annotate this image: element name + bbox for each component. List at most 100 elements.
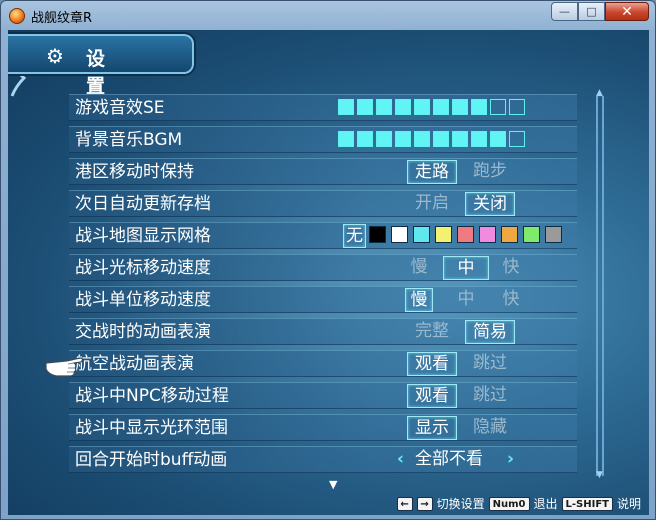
setting-label: 战斗光标移动速度 [75, 258, 211, 278]
exit-key: Num0 [488, 496, 530, 511]
setting-row[interactable]: 背景音乐BGM [69, 124, 577, 156]
volume-segment[interactable] [395, 131, 411, 147]
maximize-button[interactable]: □ [578, 2, 605, 21]
volume-segment[interactable] [471, 99, 487, 115]
game-screen: ⚙ 设 置 游戏音效SE 背景音乐BGM 港区移动时保持 走路 跑步次日自动更新存档 开启… [8, 30, 649, 515]
setting-label: 次日自动更新存档 [75, 194, 211, 214]
volume-bar[interactable] [338, 99, 525, 115]
scroll-down-icon[interactable]: ▼ [596, 470, 603, 480]
setting-option[interactable]: 慢 [405, 288, 433, 312]
setting-option[interactable]: 快 [497, 256, 525, 280]
setting-option[interactable]: 完整 [407, 320, 457, 344]
volume-segment[interactable] [509, 99, 525, 115]
setting-label: 战斗单位移动速度 [75, 290, 211, 310]
grid-color-swatch[interactable] [391, 226, 408, 243]
setting-row[interactable]: 次日自动更新存档 开启 关闭 [69, 188, 577, 220]
page-title: 设 置 [86, 48, 132, 97]
setting-label: 背景音乐BGM [75, 130, 183, 150]
setting-row[interactable]: 航空战动画表演 观看 跳过 [69, 348, 577, 380]
setting-option[interactable]: 观看 [407, 384, 457, 408]
setting-row[interactable]: 港区移动时保持 走路 跑步 [69, 156, 577, 188]
setting-option[interactable]: 跳过 [465, 352, 515, 376]
setting-label: 战斗中显示光环范围 [75, 418, 228, 438]
setting-option[interactable]: 中 [443, 256, 489, 280]
setting-option[interactable]: 显示 [407, 416, 457, 440]
grid-color-swatch[interactable] [369, 226, 386, 243]
setting-option[interactable]: 慢 [405, 256, 433, 280]
setting-option[interactable]: 隐藏 [465, 416, 515, 440]
cycle-right-icon[interactable]: › [505, 448, 516, 472]
setting-option[interactable]: 开启 [407, 192, 457, 216]
right-key: → [416, 496, 433, 511]
volume-segment[interactable] [357, 99, 373, 115]
grid-color-swatch[interactable] [501, 226, 518, 243]
setting-row[interactable]: 战斗单位移动速度 慢中快 [69, 284, 577, 316]
volume-segment[interactable] [452, 99, 468, 115]
minimize-button[interactable]: — [551, 2, 578, 21]
settings-header: ⚙ 设 置 [8, 34, 194, 97]
setting-option[interactable]: 关闭 [465, 192, 515, 216]
setting-option[interactable]: 简易 [465, 320, 515, 344]
setting-row[interactable]: 战斗地图显示网格 无 [69, 220, 577, 252]
setting-option[interactable]: 中 [443, 288, 489, 312]
switch-setting-label: 切换设置 [436, 497, 485, 511]
window-controls: — □ ✕ [551, 2, 649, 21]
volume-segment[interactable] [490, 131, 506, 147]
volume-segment[interactable] [357, 131, 373, 147]
exit-label: 退出 [533, 497, 558, 511]
cycle-value[interactable]: 全部不看 [413, 448, 485, 472]
setting-label: 战斗地图显示网格 [75, 226, 211, 246]
volume-segment[interactable] [471, 131, 487, 147]
setting-row[interactable]: 交战时的动画表演 完整 简易 [69, 316, 577, 348]
volume-segment[interactable] [433, 131, 449, 147]
grid-color-swatch[interactable] [545, 226, 562, 243]
setting-row[interactable]: 游戏音效SE [69, 92, 577, 124]
volume-segment[interactable] [414, 131, 430, 147]
setting-row[interactable]: 战斗光标移动速度 慢中快 [69, 252, 577, 284]
title-bar[interactable]: 战舰纹章R — □ ✕ [1, 1, 655, 30]
cycle-left-icon[interactable]: ‹ [395, 448, 406, 472]
help-key: L-SHIFT [561, 496, 613, 511]
setting-row[interactable]: 战斗中NPC移动过程 观看 跳过 [69, 380, 577, 412]
setting-option[interactable]: 快 [497, 288, 525, 312]
setting-label: 交战时的动画表演 [75, 322, 211, 342]
key-help-footer: ← → 切换设置 Num0 退出 L-SHIFT 说明 [396, 495, 641, 512]
volume-segment[interactable] [338, 99, 354, 115]
grid-color-swatch[interactable] [523, 226, 540, 243]
pointing-hand-icon [45, 357, 84, 377]
volume-segment[interactable] [338, 131, 354, 147]
help-label: 说明 [616, 497, 641, 511]
gear-icon: ⚙ [46, 44, 64, 68]
window-title: 战舰纹章R [31, 11, 93, 26]
settings-list: 游戏音效SE 背景音乐BGM 港区移动时保持 走路 跑步次日自动更新存档 开启 关闭战斗地图… [69, 92, 577, 476]
setting-label: 回合开始时buff动画 [75, 450, 228, 470]
setting-row[interactable]: 战斗中显示光环范围 显示 隐藏 [69, 412, 577, 444]
scrollbar[interactable] [596, 96, 604, 476]
volume-segment[interactable] [414, 99, 430, 115]
grid-color-swatch[interactable] [457, 226, 474, 243]
grid-color-swatch[interactable] [435, 226, 452, 243]
left-key: ← [396, 496, 413, 511]
grid-color-swatch[interactable] [479, 226, 496, 243]
setting-label: 战斗中NPC移动过程 [75, 386, 229, 406]
setting-label: 游戏音效SE [75, 98, 165, 118]
grid-color-none[interactable]: 无 [343, 224, 366, 248]
volume-segment[interactable] [395, 99, 411, 115]
volume-segment[interactable] [509, 131, 525, 147]
setting-option[interactable]: 走路 [407, 160, 457, 184]
volume-segment[interactable] [490, 99, 506, 115]
grid-color-swatch[interactable] [413, 226, 430, 243]
setting-label: 航空战动画表演 [75, 354, 194, 374]
volume-segment[interactable] [376, 99, 392, 115]
volume-segment[interactable] [452, 131, 468, 147]
volume-segment[interactable] [376, 131, 392, 147]
volume-bar[interactable] [338, 131, 525, 147]
setting-row[interactable]: 回合开始时buff动画 ‹ 全部不看 › [69, 444, 577, 476]
setting-option[interactable]: 观看 [407, 352, 457, 376]
more-below-icon: ▼ [329, 478, 338, 491]
setting-option[interactable]: 跑步 [465, 160, 515, 184]
setting-label: 港区移动时保持 [75, 162, 194, 182]
close-button[interactable]: ✕ [605, 2, 649, 21]
volume-segment[interactable] [433, 99, 449, 115]
setting-option[interactable]: 跳过 [465, 384, 515, 408]
